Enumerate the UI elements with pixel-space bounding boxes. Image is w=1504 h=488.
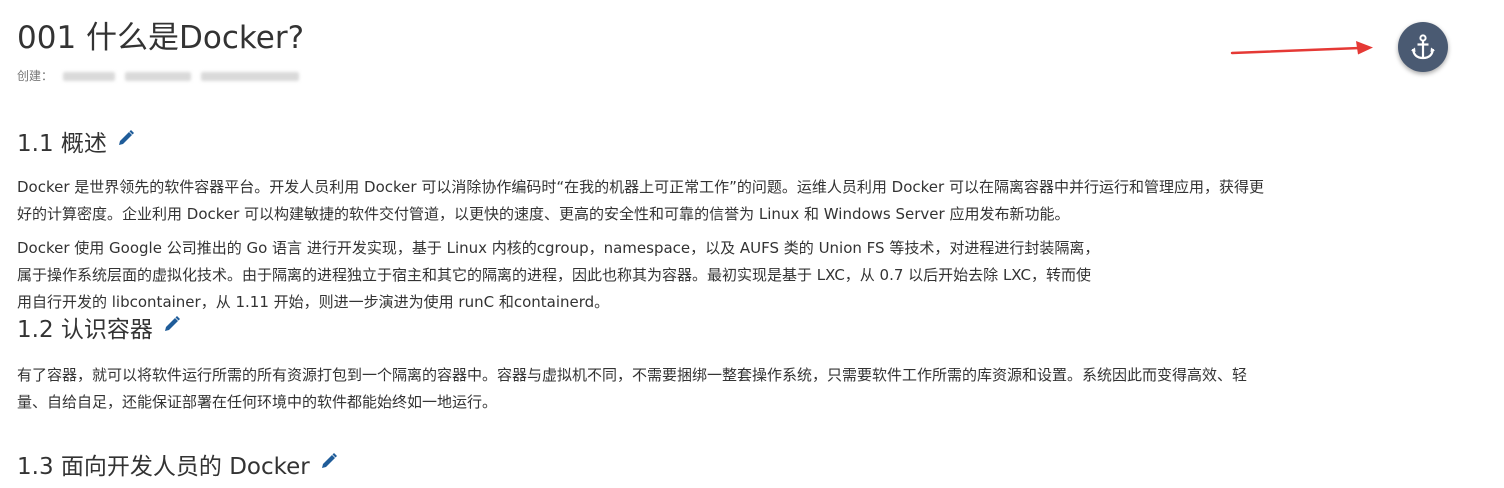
anchor-button[interactable] bbox=[1398, 22, 1448, 72]
paragraph-line: 用自行开发的 libcontainer，从 1.11 开始，则进一步演进为使用 … bbox=[17, 293, 610, 311]
section-heading-developers: 1.3 面向开发人员的 Docker bbox=[17, 451, 338, 483]
paragraph-line: 有了容器，就可以将软件运行所需的所有资源打包到一个隔离的容器中。容器与虚拟机不同… bbox=[17, 366, 1248, 384]
paragraph-line: Docker 是世界领先的软件容器平台。开发人员利用 Docker 可以消除协作… bbox=[17, 178, 1264, 196]
pencil-icon[interactable] bbox=[320, 447, 338, 479]
paragraph: Docker 是世界领先的软件容器平台。开发人员利用 Docker 可以消除协作… bbox=[17, 174, 1477, 228]
redacted-info bbox=[200, 72, 299, 81]
paragraph: Docker 使用 Google 公司推出的 Go 语言 进行开发实现，基于 L… bbox=[17, 235, 1477, 316]
section-heading-containers: 1.2 认识容器 bbox=[17, 314, 181, 346]
pencil-icon[interactable] bbox=[117, 124, 135, 156]
paragraph-line: Docker 使用 Google 公司推出的 Go 语言 进行开发实现，基于 L… bbox=[17, 239, 1100, 257]
paragraph-line: 好的计算密度。企业利用 Docker 可以构建敏捷的软件交付管道，以更快的速度、… bbox=[17, 205, 1070, 223]
document-meta: 创建： bbox=[17, 68, 299, 84]
paragraph: 有了容器，就可以将软件运行所需的所有资源打包到一个隔离的容器中。容器与虚拟机不同… bbox=[17, 362, 1477, 416]
section-heading-overview: 1.1 概述 bbox=[17, 128, 135, 160]
annotation-arrow bbox=[1230, 41, 1373, 55]
paragraph-line: 属于操作系统层面的虚拟化技术。由于隔离的进程独立于宿主和其它的隔离的进程，因此也… bbox=[17, 266, 1091, 284]
pencil-icon[interactable] bbox=[163, 310, 181, 342]
section-heading-text: 1.3 面向开发人员的 Docker bbox=[17, 454, 310, 480]
section-heading-text: 1.1 概述 bbox=[17, 131, 107, 157]
section-heading-text: 1.2 认识容器 bbox=[17, 317, 153, 343]
anchor-icon bbox=[1411, 34, 1435, 60]
page-title: 001 什么是Docker? bbox=[17, 20, 305, 56]
created-label: 创建： bbox=[17, 69, 54, 83]
redacted-author bbox=[62, 72, 115, 81]
paragraph-line: 量、自给自足，还能保证部署在任何环境中的软件都能始终如一地运行。 bbox=[17, 393, 498, 411]
document-page: 001 什么是Docker? 创建： 1.1 概述 Docker 是世界领先的软… bbox=[0, 0, 1504, 488]
redacted-date bbox=[124, 72, 191, 81]
